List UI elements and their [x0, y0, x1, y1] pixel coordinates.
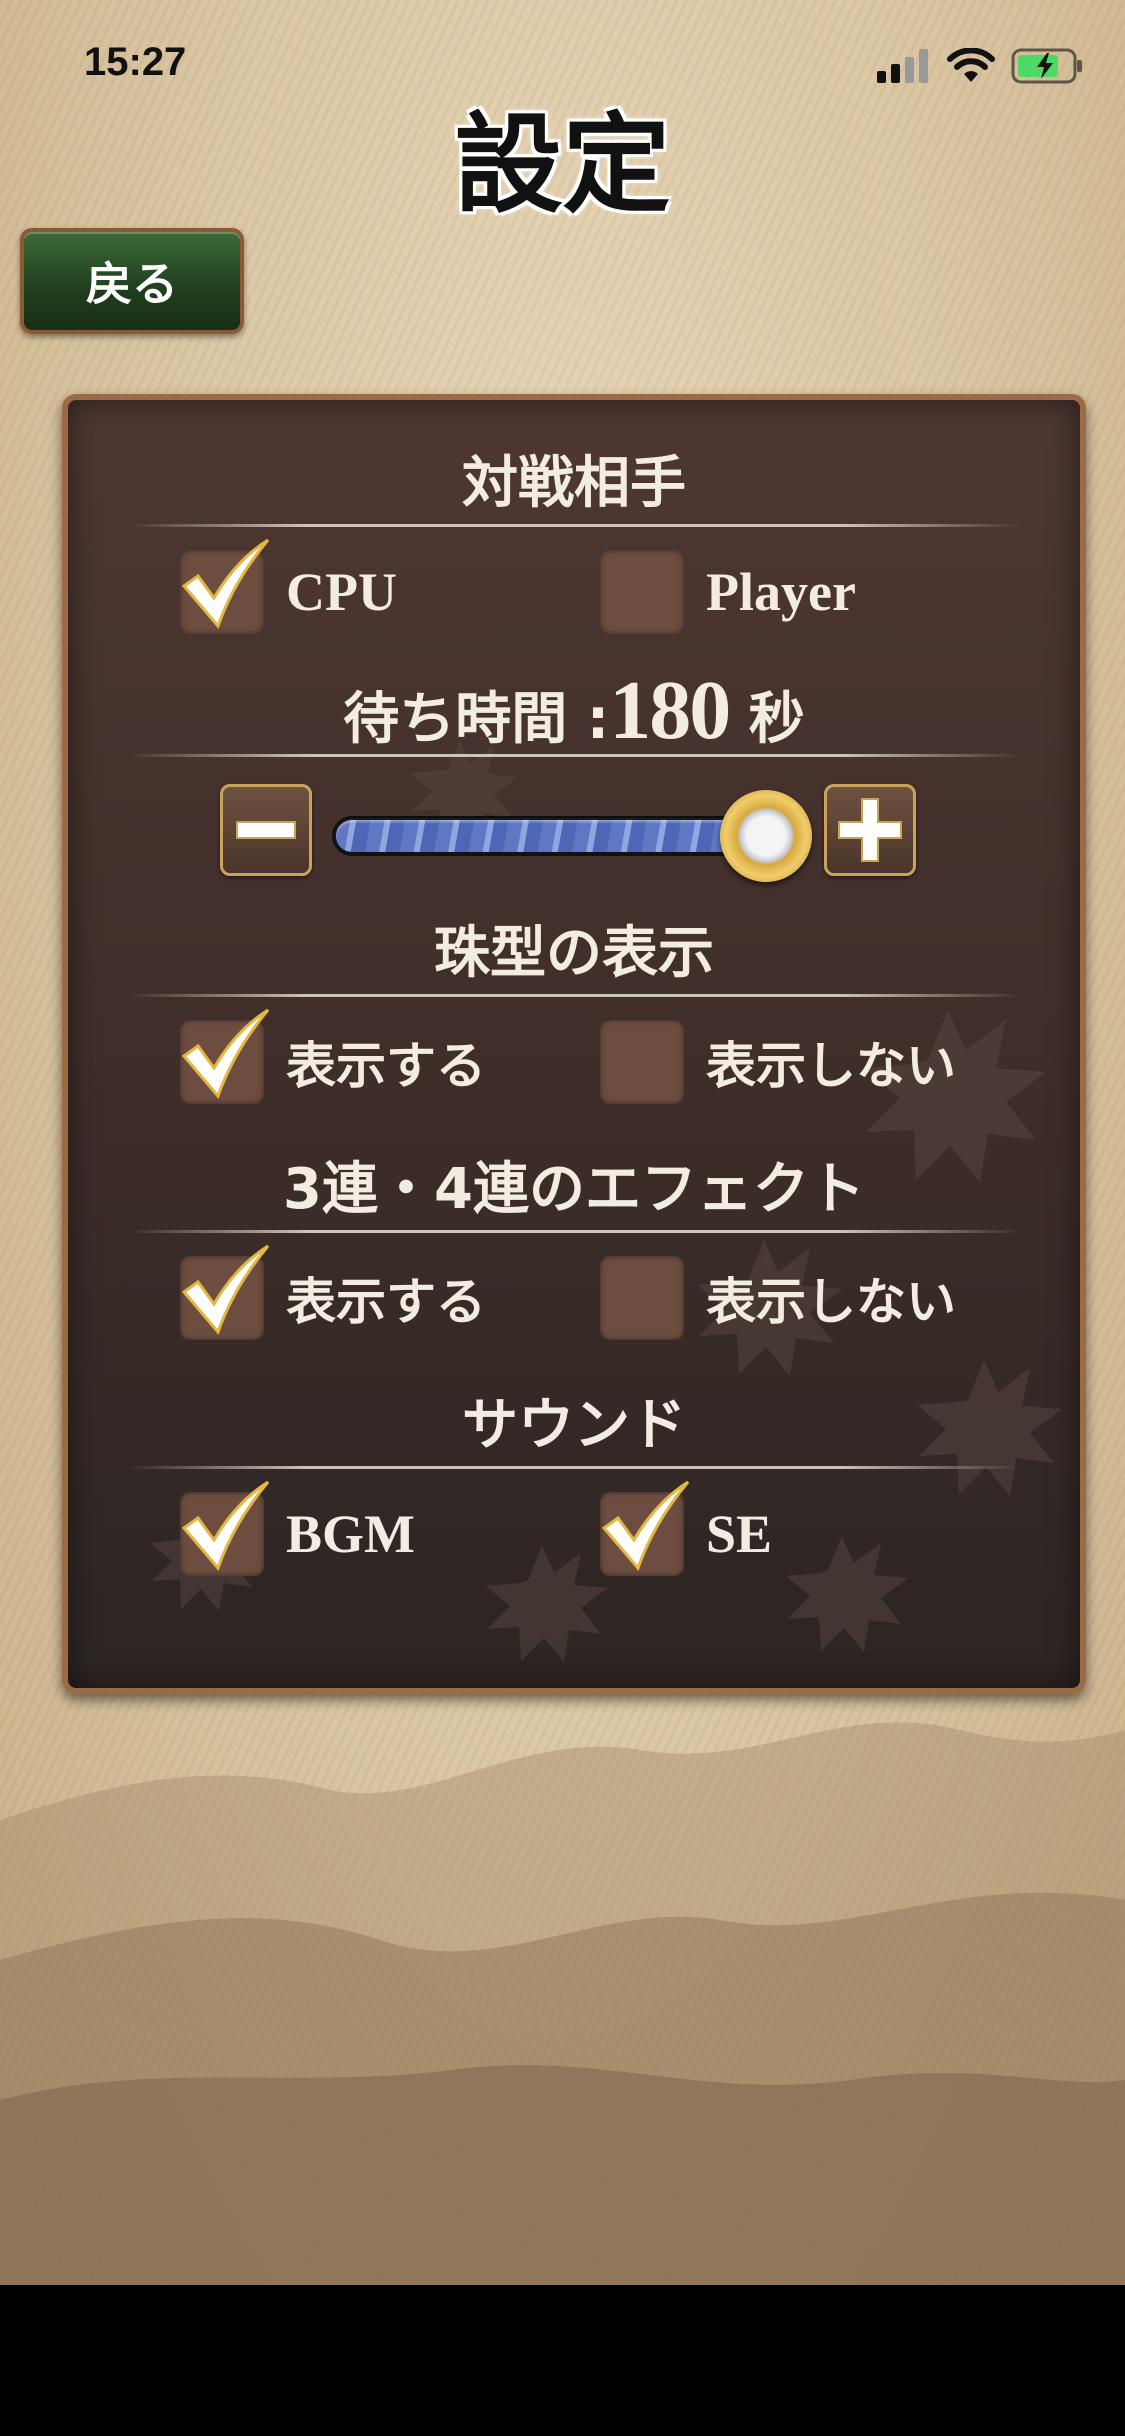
checkmark-icon [181, 1480, 270, 1571]
minus-icon [236, 821, 296, 839]
divider [128, 1466, 1020, 1469]
decrease-button[interactable] [220, 784, 312, 876]
effect-hide-checkbox[interactable] [600, 1256, 684, 1340]
option-bead-show[interactable]: 表示する [180, 1008, 486, 1104]
bead-show-checkbox[interactable] [180, 1008, 270, 1104]
cpu-checkbox[interactable] [180, 538, 270, 634]
option-bead-hide[interactable]: 表示しない [600, 1020, 956, 1104]
bead-hide-checkbox[interactable] [600, 1020, 684, 1104]
option-bgm[interactable]: BGM [180, 1480, 415, 1576]
page-title: 設定 [454, 103, 671, 228]
player-checkbox[interactable] [600, 550, 684, 634]
checkmark-icon [181, 1244, 270, 1335]
chain-effect-title: 3連・4連のエフェクト [283, 1157, 865, 1222]
back-button[interactable]: 戻る [20, 228, 244, 334]
option-effect-show[interactable]: 表示する [180, 1244, 486, 1340]
se-label: SE [706, 1504, 773, 1564]
effect-hide-label: 表示しない [706, 1273, 956, 1331]
bead-hide-label: 表示しない [706, 1037, 956, 1095]
bead-display-title: 珠型の表示 [434, 921, 714, 986]
checkmark-icon [181, 538, 270, 629]
cpu-label: CPU [286, 562, 397, 622]
increase-button[interactable] [824, 784, 916, 876]
settings-panel: 対戦相手 CPU Player 待ち時間 :180 秒 珠型の表示 表示する 表… [62, 394, 1086, 1694]
wait-time-text: 待ち時間 : [343, 687, 610, 752]
divider [128, 994, 1020, 997]
wait-time-label: 待ち時間 :180 秒 [68, 662, 1080, 759]
option-cpu[interactable]: CPU [180, 538, 397, 634]
home-indicator-area [0, 2285, 1125, 2436]
option-se[interactable]: SE [600, 1480, 773, 1576]
wait-slider-fill [336, 820, 766, 852]
option-player[interactable]: Player [600, 550, 856, 634]
se-checkbox[interactable] [600, 1480, 690, 1576]
checkmark-icon [181, 1008, 270, 1099]
opponent-title: 対戦相手 [462, 451, 686, 516]
checkmark-icon [601, 1480, 690, 1571]
wait-time-unit: 秒 [748, 687, 805, 752]
divider [128, 1230, 1020, 1233]
sound-title: サウンド [462, 1393, 686, 1458]
effect-show-checkbox[interactable] [180, 1244, 270, 1340]
bead-show-label: 表示する [286, 1037, 486, 1095]
bgm-label: BGM [286, 1504, 415, 1564]
wait-time-value: 180 [609, 664, 731, 757]
divider [128, 754, 1020, 757]
player-label: Player [706, 562, 856, 622]
divider [128, 524, 1020, 527]
effect-show-label: 表示する [286, 1273, 486, 1331]
option-effect-hide[interactable]: 表示しない [600, 1256, 956, 1340]
bgm-checkbox[interactable] [180, 1480, 270, 1576]
wait-slider-knob[interactable] [719, 790, 812, 882]
plus-icon [838, 798, 902, 862]
